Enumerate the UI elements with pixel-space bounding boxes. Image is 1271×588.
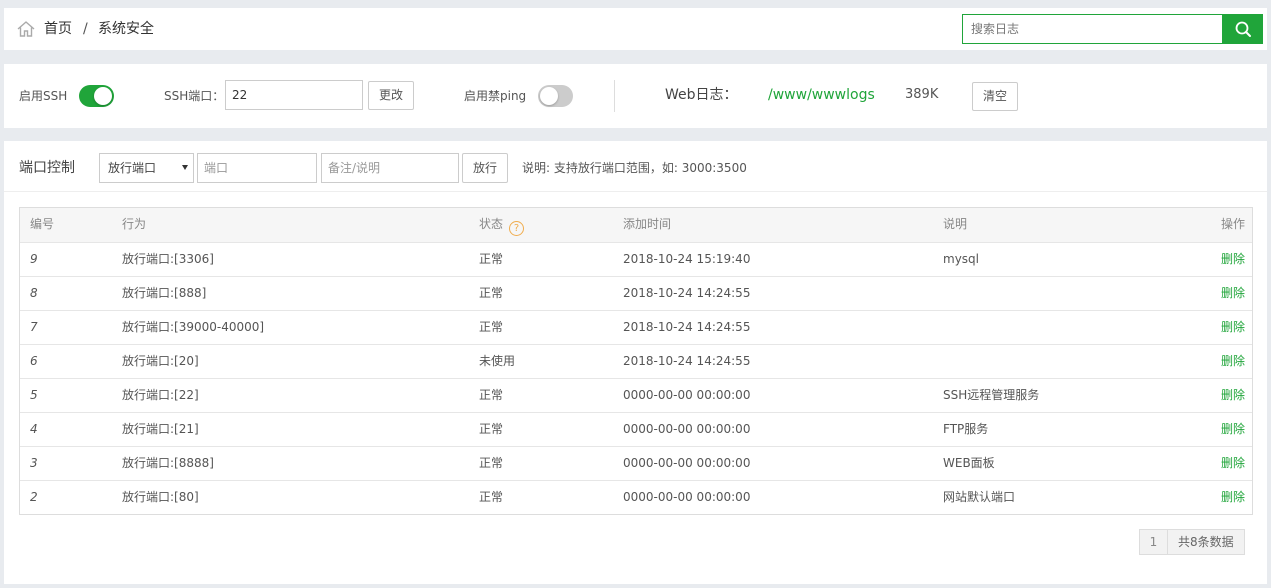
table-row: 5 放行端口:[22] 正常 0000-00-00 00:00:00 SSH远程… — [20, 378, 1252, 412]
row-id: 3 — [30, 456, 38, 470]
col-op-header: 操作 — [1220, 217, 1245, 231]
table-row: 2 放行端口:[80] 正常 0000-00-00 00:00:00 网站默认端… — [20, 480, 1252, 514]
ping-label: 启用禁ping — [464, 89, 527, 103]
delete-link[interactable]: 删除 — [1221, 243, 1245, 276]
log-search-input[interactable] — [962, 14, 1223, 44]
toggle-knob — [540, 87, 558, 105]
breadcrumb-home[interactable]: 首页 — [44, 8, 72, 50]
action-select[interactable]: 放行端口 — [99, 153, 194, 183]
row-action: 放行端口:[8888] — [122, 456, 214, 470]
security-settings-panel: 启用SSH SSH端口： 更改 启用禁ping Web日志： /www/wwwl… — [4, 64, 1267, 128]
delete-link[interactable]: 删除 — [1221, 277, 1245, 310]
row-action: 放行端口:[20] — [122, 354, 199, 368]
ssh-port-label: SSH端口： — [164, 89, 225, 103]
select-value: 放行端口 — [108, 161, 157, 175]
row-status: 正常 — [479, 252, 504, 266]
row-action: 放行端口:[39000-40000] — [122, 320, 265, 334]
change-port-button[interactable]: 更改 — [368, 81, 414, 110]
table-row: 6 放行端口:[20] 未使用 2018-10-24 14:24:55 删除 — [20, 344, 1252, 378]
col-action-header: 行为 — [122, 217, 147, 231]
weblog-size: 389K — [905, 87, 939, 102]
allow-port-button[interactable]: 放行 — [462, 153, 508, 183]
breadcrumb-current: 系统安全 — [98, 21, 154, 37]
row-id: 7 — [30, 320, 38, 334]
table-row: 8 放行端口:[888] 正常 2018-10-24 14:24:55 删除 — [20, 276, 1252, 310]
toggle-knob — [94, 87, 112, 105]
row-id: 4 — [30, 422, 38, 436]
row-time: 0000-00-00 00:00:00 — [623, 456, 751, 470]
delete-link[interactable]: 删除 — [1221, 345, 1245, 378]
port-table: 编号 行为 状态? 添加时间 说明 操作 9 放行端口:[3306] 正常 20… — [19, 207, 1253, 515]
table-row: 9 放行端口:[3306] 正常 2018-10-24 15:19:40 mys… — [20, 242, 1252, 276]
breadcrumb-separator: / — [83, 21, 88, 37]
table-row: 7 放行端口:[39000-40000] 正常 2018-10-24 14:24… — [20, 310, 1252, 344]
row-desc: mysql — [943, 252, 979, 266]
divider — [614, 80, 615, 112]
ssh-port-input[interactable] — [225, 80, 363, 110]
delete-link[interactable]: 删除 — [1221, 447, 1245, 480]
port-input[interactable] — [197, 153, 317, 183]
col-desc-header: 说明 — [943, 217, 968, 231]
col-status-label: 状态 — [479, 217, 504, 231]
row-id: 8 — [30, 286, 38, 300]
row-id: 9 — [30, 252, 38, 266]
ping-toggle[interactable] — [538, 85, 573, 107]
row-time: 2018-10-24 15:19:40 — [623, 252, 751, 266]
col-time-header: 添加时间 — [623, 217, 672, 231]
weblog-path-link[interactable]: /www/wwwlogs — [768, 64, 875, 126]
row-status: 正常 — [479, 388, 504, 402]
row-id: 5 — [30, 388, 38, 402]
row-time: 0000-00-00 00:00:00 — [623, 422, 751, 436]
page-number-button[interactable]: 1 — [1140, 530, 1168, 554]
row-desc: 网站默认端口 — [943, 490, 1016, 504]
row-action: 放行端口:[22] — [122, 388, 199, 402]
help-icon[interactable]: ? — [509, 221, 525, 236]
home-icon[interactable] — [16, 19, 36, 39]
table-row: 4 放行端口:[21] 正常 0000-00-00 00:00:00 FTP服务… — [20, 412, 1252, 446]
section-title: 端口控制 — [19, 160, 75, 176]
row-time: 2018-10-24 14:24:55 — [623, 286, 751, 300]
row-status: 正常 — [479, 286, 504, 300]
ssh-toggle[interactable] — [79, 85, 114, 107]
row-time: 0000-00-00 00:00:00 — [623, 388, 751, 402]
row-desc: FTP服务 — [943, 422, 989, 436]
search-icon — [1235, 21, 1251, 37]
weblog-label: Web日志： — [665, 87, 738, 103]
note-input[interactable] — [321, 153, 459, 183]
row-desc: SSH远程管理服务 — [943, 388, 1040, 402]
pagination: 1 共8条数据 — [1139, 529, 1245, 555]
row-action: 放行端口:[888] — [122, 286, 207, 300]
row-status: 正常 — [479, 320, 504, 334]
divider — [4, 191, 1267, 192]
table-header-row: 编号 行为 状态? 添加时间 说明 操作 — [20, 208, 1252, 242]
row-desc: WEB面板 — [943, 456, 995, 470]
table-row: 3 放行端口:[8888] 正常 0000-00-00 00:00:00 WEB… — [20, 446, 1252, 480]
row-status: 正常 — [479, 490, 504, 504]
delete-link[interactable]: 删除 — [1221, 311, 1245, 344]
row-id: 6 — [30, 354, 38, 368]
row-time: 2018-10-24 14:24:55 — [623, 354, 751, 368]
ssh-enable-label: 启用SSH — [19, 89, 68, 103]
col-status-header: 状态? — [479, 208, 525, 241]
row-status: 未使用 — [479, 354, 516, 368]
row-id: 2 — [30, 490, 38, 504]
total-count: 共8条数据 — [1168, 530, 1244, 554]
row-status: 正常 — [479, 456, 504, 470]
row-action: 放行端口:[80] — [122, 490, 199, 504]
breadcrumb-bar: 首页 / 系统安全 — [4, 8, 1267, 50]
col-id-header: 编号 — [30, 217, 55, 231]
chevron-down-icon — [182, 165, 188, 170]
row-status: 正常 — [479, 422, 504, 436]
delete-link[interactable]: 删除 — [1221, 379, 1245, 412]
hint-text: 说明: 支持放行端口范围，如: 3000:3500 — [522, 161, 747, 175]
delete-link[interactable]: 删除 — [1221, 413, 1245, 446]
row-time: 0000-00-00 00:00:00 — [623, 490, 751, 504]
row-time: 2018-10-24 14:24:55 — [623, 320, 751, 334]
row-action: 放行端口:[3306] — [122, 252, 214, 266]
port-control-panel: 端口控制 放行端口 放行 说明: 支持放行端口范围，如: 3000:3500 编… — [4, 141, 1267, 584]
clear-logs-button[interactable]: 清空 — [972, 82, 1018, 111]
search-button[interactable] — [1223, 14, 1263, 44]
row-action: 放行端口:[21] — [122, 422, 199, 436]
delete-link[interactable]: 删除 — [1221, 481, 1245, 514]
